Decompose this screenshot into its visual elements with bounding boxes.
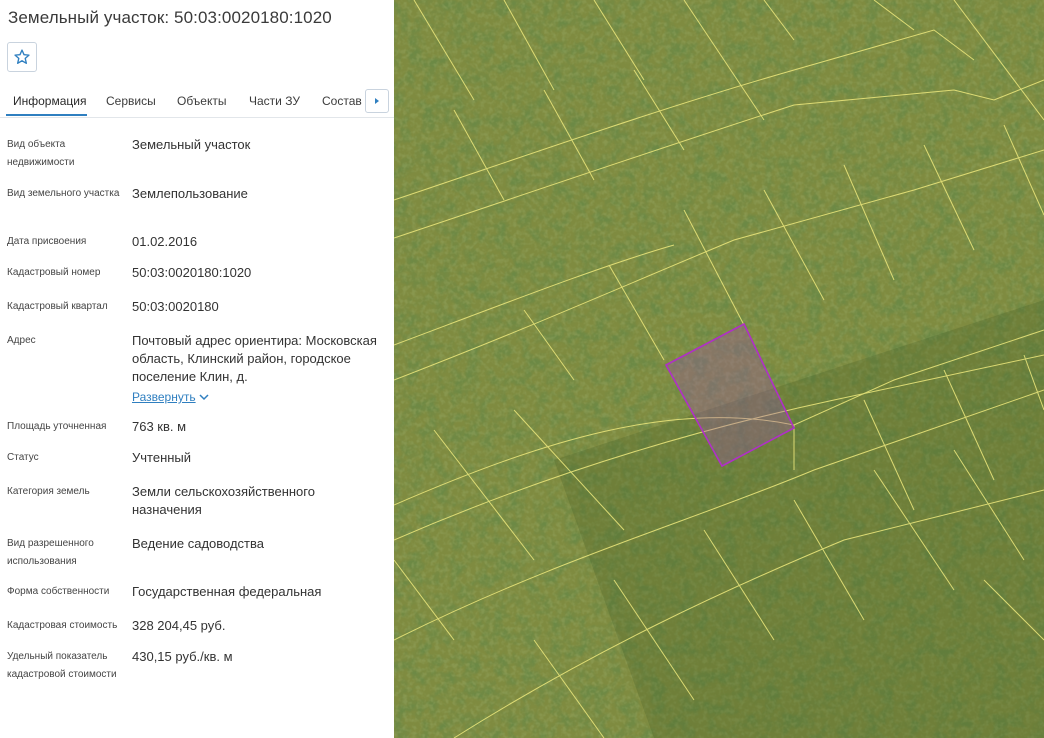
detail-value: 430,15 руб./кв. м: [132, 649, 233, 664]
detail-label: Кадастровый квартал: [7, 301, 108, 312]
chevron-down-icon[interactable]: [198, 392, 210, 402]
detail-label: Удельный показатель кадастровой стоимост…: [7, 651, 117, 680]
detail-label: Кадастровый номер: [7, 267, 101, 278]
detail-value: Земли сельскохозяйственного назначения: [132, 484, 315, 517]
page-title: Земельный участок: 50:03:0020180:1020: [8, 8, 332, 27]
detail-value: 50:03:0020180:1020: [132, 265, 252, 280]
address-expand-link[interactable]: Развернуть: [132, 390, 196, 404]
detail-label: Вид объекта недвижимости: [7, 139, 75, 168]
detail-value: Ведение садоводства: [132, 536, 264, 551]
tab-information[interactable]: Информация: [13, 94, 86, 108]
detail-label: Кадастровая стоимость: [7, 620, 118, 631]
detail-label: Площадь уточненная: [7, 421, 107, 432]
detail-label: Статус: [7, 452, 39, 463]
detail-value: Учтенный: [132, 450, 192, 465]
tab-services[interactable]: Сервисы: [106, 94, 156, 108]
detail-label: Дата присвоения: [7, 236, 87, 247]
detail-label: Категория земель: [7, 486, 90, 497]
detail-value: 50:03:0020180: [132, 299, 219, 314]
detail-value: 328 204,45 руб.: [132, 618, 226, 633]
detail-value: Землепользование: [132, 186, 248, 201]
detail-value: 763 кв. м: [132, 419, 187, 434]
satellite-map[interactable]: [394, 0, 1044, 738]
detail-value: Почтовый адрес ориентира: Московская обл…: [132, 333, 377, 384]
detail-value: Государственная федеральная: [132, 584, 322, 599]
detail-label: Вид разрешенного использования: [7, 538, 94, 567]
tabs-next-button[interactable]: [365, 89, 389, 113]
tab-bar: Информация Сервисы Объекты Части ЗУ Сост…: [0, 82, 394, 118]
favorite-button[interactable]: [7, 42, 37, 72]
detail-label: Форма собственности: [7, 586, 110, 597]
tab-composition[interactable]: Состав ЕЗП: [322, 94, 366, 108]
info-panel: Земельный участок: 50:03:0020180:1020 Ин…: [0, 0, 394, 738]
active-tab-indicator: [6, 114, 87, 116]
tab-parts[interactable]: Части ЗУ: [249, 94, 300, 108]
detail-label: Вид земельного участка: [7, 188, 120, 199]
detail-value: 01.02.2016: [132, 234, 198, 249]
detail-label: Адрес: [7, 335, 36, 346]
caret-right-icon: [375, 98, 379, 104]
star-icon: [14, 49, 30, 64]
map-canvas[interactable]: [394, 0, 1044, 738]
detail-value: Земельный участок: [132, 137, 251, 152]
tab-objects[interactable]: Объекты: [177, 94, 227, 108]
